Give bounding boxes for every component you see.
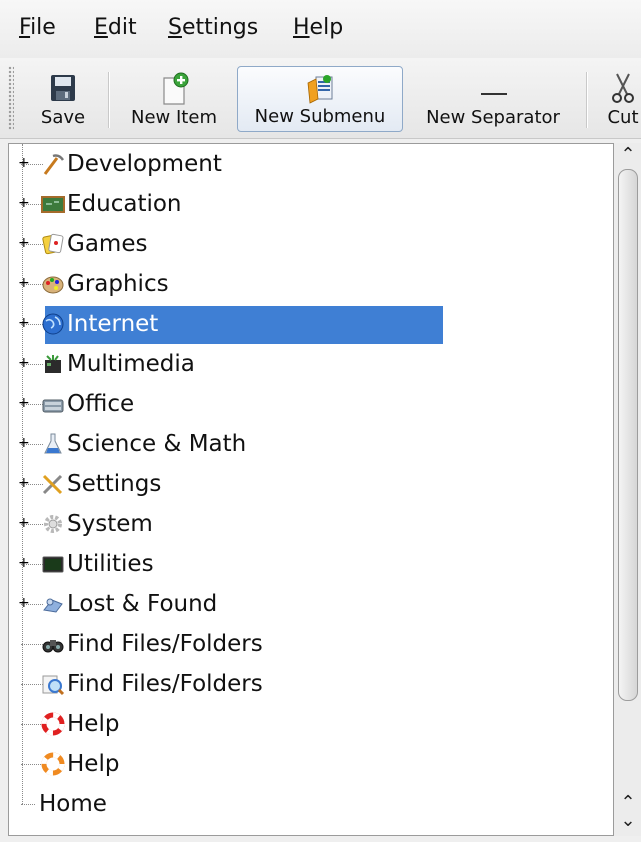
- tree-item-internet[interactable]: + Internet: [9, 304, 613, 344]
- new-submenu-button[interactable]: New Submenu: [237, 66, 403, 132]
- expand-toggle[interactable]: +: [18, 396, 30, 410]
- expand-toggle[interactable]: +: [18, 316, 30, 330]
- tree-item-utilities[interactable]: + Utilities: [9, 544, 613, 584]
- tree-item-lost-found[interactable]: + Lost & Found: [9, 584, 613, 624]
- scissors-icon: [612, 73, 634, 103]
- internet-globe-icon: [42, 313, 64, 335]
- menu-help[interactable]: Help: [293, 14, 343, 42]
- tree-item-find-files-2[interactable]: Find Files/Folders: [9, 664, 613, 704]
- lifebuoy-orange-icon: [41, 752, 65, 776]
- new-separator-button[interactable]: New Separator: [412, 66, 574, 132]
- expand-toggle[interactable]: +: [18, 196, 30, 210]
- new-item-button[interactable]: New Item: [120, 66, 228, 132]
- scrollbar-thumb[interactable]: [618, 169, 638, 701]
- save-button[interactable]: Save: [28, 66, 98, 132]
- games-icon: [42, 233, 64, 255]
- utilities-icon: [42, 556, 64, 573]
- tree-item-games[interactable]: + Games: [9, 224, 613, 264]
- settings-tools-icon: [42, 474, 63, 495]
- menu-file[interactable]: File: [19, 14, 56, 42]
- office-icon: [42, 399, 64, 413]
- expand-toggle[interactable]: +: [18, 436, 30, 450]
- menu-edit[interactable]: Edit: [94, 14, 137, 42]
- expand-toggle[interactable]: +: [18, 596, 30, 610]
- menubar: File Edit Settings Help: [0, 0, 641, 58]
- expand-toggle[interactable]: +: [18, 276, 30, 290]
- tree-item-education[interactable]: + Education: [9, 184, 613, 224]
- graphics-icon: [42, 276, 64, 294]
- tree-item-office[interactable]: + Office: [9, 384, 613, 424]
- expand-toggle[interactable]: +: [18, 556, 30, 570]
- system-gear-icon: [44, 515, 62, 533]
- expand-toggle[interactable]: +: [18, 516, 30, 530]
- expand-toggle[interactable]: +: [18, 156, 30, 170]
- toolbar-separator: [586, 72, 587, 128]
- magnifier-icon: [42, 675, 65, 696]
- binoculars-icon: [42, 640, 64, 653]
- floppy-disk-icon: [51, 75, 75, 101]
- expand-toggle[interactable]: +: [18, 356, 30, 370]
- tree-item-find-files[interactable]: Find Files/Folders: [9, 624, 613, 664]
- lost-found-icon: [43, 598, 63, 613]
- tree-item-development[interactable]: + Development: [9, 144, 613, 184]
- new-item-icon: [163, 72, 189, 105]
- toolbar-grip[interactable]: [8, 66, 14, 130]
- multimedia-icon: [45, 355, 61, 373]
- expand-toggle[interactable]: +: [18, 236, 30, 250]
- menu-settings[interactable]: Settings: [168, 14, 258, 42]
- tree-item-graphics[interactable]: + Graphics: [9, 264, 613, 304]
- new-submenu-icon: [307, 75, 333, 104]
- tree-item-system[interactable]: + System: [9, 504, 613, 544]
- education-icon: [41, 196, 65, 213]
- lifebuoy-icon: [41, 712, 65, 736]
- science-flask-icon: [44, 433, 62, 454]
- tree-item-settings[interactable]: + Settings: [9, 464, 613, 504]
- scroll-up-icon[interactable]: ⌃: [618, 145, 638, 165]
- toolbar-separator: [108, 72, 109, 128]
- scroll-down-icon[interactable]: ⌄: [618, 811, 638, 831]
- tree-item-help-2[interactable]: Help: [9, 744, 613, 784]
- cut-button[interactable]: Cut: [598, 66, 641, 132]
- tree-item-science-math[interactable]: + Science & Math: [9, 424, 613, 464]
- tree-item-home[interactable]: Home: [9, 784, 613, 824]
- tree-item-multimedia[interactable]: + Multimedia: [9, 344, 613, 384]
- separator-line-icon: [481, 93, 507, 95]
- vertical-scrollbar[interactable]: ⌃ ⌃ ⌄: [614, 143, 641, 836]
- development-icon: [43, 154, 65, 175]
- tree-item-help[interactable]: Help: [9, 704, 613, 744]
- menu-tree[interactable]: + Development + Education + Games + Grap…: [8, 143, 614, 836]
- expand-toggle[interactable]: +: [18, 476, 30, 490]
